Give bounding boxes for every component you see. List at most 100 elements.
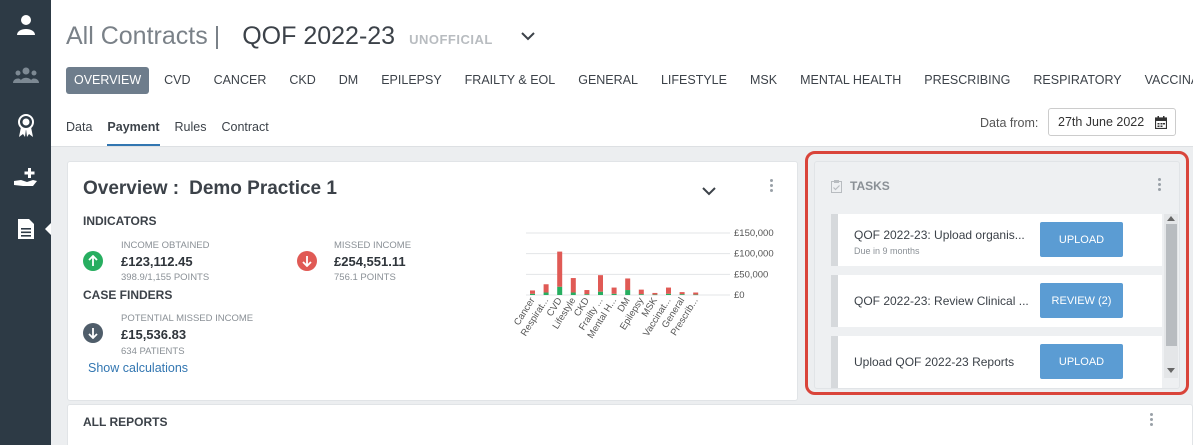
tab-epilepsy[interactable]: EPILEPSY (373, 67, 449, 94)
tasks-card: TASKS QOF 2022-23: Upload organis... Due … (814, 161, 1180, 389)
income-points: 398.9/1,155 POINTS (121, 272, 210, 283)
tab-prescribing[interactable]: PRESCRIBING (916, 67, 1018, 94)
show-calculations-link[interactable]: Show calculations (88, 361, 188, 375)
calendar-icon (1155, 116, 1167, 129)
missed-income-value: £254,551.11 (334, 254, 406, 269)
chart-bar-segment[interactable] (598, 291, 603, 295)
users-group-icon[interactable] (0, 50, 51, 100)
overview-menu-icon[interactable] (770, 179, 774, 194)
chart-bar-segment[interactable] (584, 294, 590, 295)
task-item[interactable]: QOF 2022-23: Upload organis... Due in 9 m… (831, 214, 1162, 266)
chart-bar-segment[interactable] (543, 292, 549, 295)
chart-bar-segment[interactable] (693, 294, 699, 296)
overview-card: Overview : Demo Practice 1 INDICATORS INC… (67, 161, 798, 401)
hand-plus-icon[interactable] (0, 153, 51, 203)
tab-dm[interactable]: DM (331, 67, 366, 94)
chart-bar-segment[interactable] (611, 287, 617, 294)
chart-bar-segment[interactable] (666, 293, 671, 295)
indicators-heading: INDICATORS (83, 214, 157, 228)
tab-lifestyle[interactable]: LIFESTYLE (653, 67, 735, 94)
tab-cancer[interactable]: CANCER (206, 67, 275, 94)
chart-y-tick: £50,000 (734, 269, 768, 280)
chart-y-tick: £150,000 (734, 228, 774, 239)
subtab-payment[interactable]: Payment (107, 116, 160, 146)
chart-bar-segment[interactable] (584, 290, 590, 295)
scroll-thumb[interactable] (1166, 224, 1177, 346)
tab-mental-health[interactable]: MENTAL HEALTH (792, 67, 909, 94)
overview-heading: Overview : (83, 178, 180, 199)
subtab-data[interactable]: Data (66, 116, 92, 146)
tasks-menu-icon[interactable] (1158, 178, 1162, 193)
chart-bar-segment[interactable] (598, 275, 603, 292)
all-reports-card: ALL REPORTS (67, 404, 1193, 445)
overview-chevron-down-icon[interactable] (701, 183, 717, 201)
review-button[interactable]: REVIEW (2) (1040, 283, 1123, 318)
task-item[interactable]: Upload QOF 2022-23 Reports UPLOAD (831, 336, 1162, 388)
upload-button[interactable]: UPLOAD (1040, 344, 1123, 379)
chart-bar-segment[interactable] (679, 294, 685, 295)
tasks-heading: TASKS (850, 179, 890, 193)
chart-bar-segment[interactable] (693, 292, 699, 295)
user-icon[interactable] (0, 0, 51, 50)
view-tabs: Data Payment Rules Contract (66, 116, 284, 146)
chart-bar-segment[interactable] (570, 278, 576, 293)
award-icon[interactable] (0, 101, 51, 151)
tab-cvd[interactable]: CVD (156, 67, 198, 94)
scroll-down-arrow-icon[interactable] (1167, 368, 1175, 373)
potential-missed-value: £15,536.83 (121, 327, 187, 342)
chart-bar-segment[interactable] (625, 290, 631, 295)
chart-bar-segment[interactable] (652, 294, 658, 296)
case-finders-heading: CASE FINDERS (83, 288, 173, 302)
income-by-domain-chart: £150,000£100,000£50,000£0CancerRespirat.… (512, 228, 774, 341)
chart-bar-segment[interactable] (530, 293, 535, 295)
chart-bar-segment[interactable] (611, 293, 617, 295)
task-due: Due in 9 months (854, 246, 920, 256)
title-all-contracts[interactable]: All Contracts (66, 22, 208, 51)
tasks-header: TASKS (831, 179, 890, 193)
chart-y-tick: £0 (734, 290, 745, 301)
contract-dropdown-chevron-icon[interactable] (520, 28, 536, 46)
sidebar (0, 0, 51, 445)
document-icon[interactable] (0, 204, 51, 254)
tab-frailty-eol[interactable]: FRAILTY & EOL (457, 67, 564, 94)
practice-name: Demo Practice 1 (189, 178, 337, 199)
overview-title: Overview : Demo Practice 1 (83, 178, 337, 200)
chart-bar-segment[interactable] (543, 284, 549, 293)
unofficial-badge: UNOFFICIAL (409, 32, 493, 47)
reports-menu-icon[interactable] (1150, 413, 1154, 428)
title-contract: QOF 2022-23 (242, 22, 396, 50)
income-obtained-value: £123,112.45 (121, 254, 193, 269)
tab-respiratory[interactable]: RESPIRATORY (1025, 67, 1129, 94)
subtab-contract[interactable]: Contract (221, 116, 268, 146)
tab-ckd[interactable]: CKD (281, 67, 323, 94)
upload-button[interactable]: UPLOAD (1040, 222, 1123, 257)
date-value: 27th June 2022 (1058, 115, 1145, 129)
chart-bar-segment[interactable] (625, 278, 631, 291)
tab-vaccinations[interactable]: VACCINATIONS (1137, 67, 1193, 94)
chart-bar-segment[interactable] (570, 292, 576, 295)
chart-y-tick: £100,000 (734, 249, 774, 260)
chart-bar-segment[interactable] (666, 287, 671, 294)
chart-bar-segment[interactable] (530, 290, 535, 294)
missed-income-points: 756.1 POINTS (334, 272, 396, 283)
data-from-label: Data from: (980, 116, 1039, 130)
chart-bar-segment[interactable] (679, 292, 685, 295)
subtab-rules[interactable]: Rules (175, 116, 207, 146)
chart-bar-segment[interactable] (638, 294, 644, 295)
income-obtained-label: INCOME OBTAINED (121, 240, 210, 251)
chart-bar-segment[interactable] (557, 251, 563, 287)
date-picker[interactable]: 27th June 2022 (1048, 108, 1176, 136)
title-separator: | (213, 22, 221, 50)
tab-overview[interactable]: OVERVIEW (66, 67, 150, 94)
all-reports-heading: ALL REPORTS (83, 415, 168, 429)
tab-general[interactable]: GENERAL (570, 67, 646, 94)
category-tabs: OVERVIEW CVD CANCER CKD DM EPILEPSY FRAILTY & … (66, 67, 1193, 94)
tab-msk[interactable]: MSK (742, 67, 785, 94)
chart-bar-segment[interactable] (638, 289, 644, 295)
chart-bar-segment[interactable] (557, 286, 563, 295)
scroll-up-arrow-icon[interactable] (1167, 216, 1175, 221)
task-item[interactable]: QOF 2022-23: Review Clinical ... REVIEW (… (831, 275, 1162, 327)
arrow-up-icon (83, 251, 103, 271)
chart-bar-segment[interactable] (652, 292, 658, 295)
tasks-scrollbar[interactable] (1164, 214, 1178, 378)
